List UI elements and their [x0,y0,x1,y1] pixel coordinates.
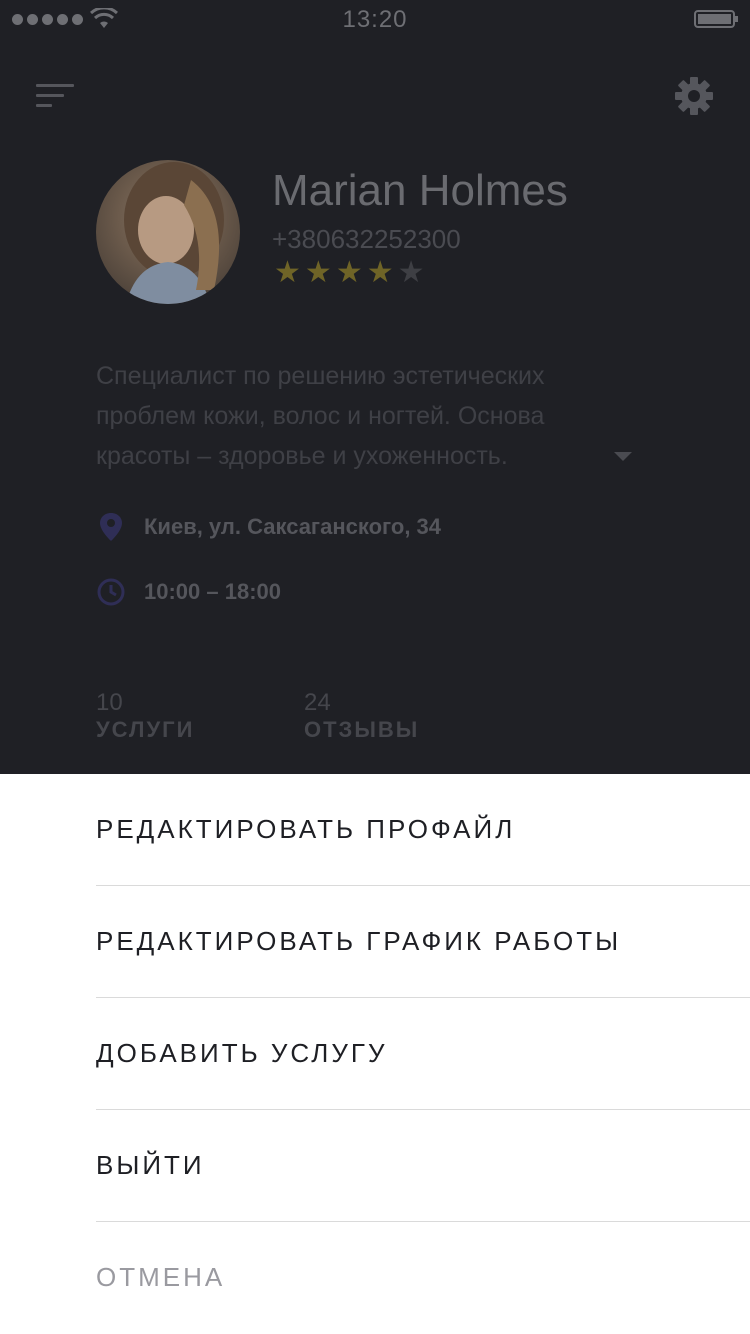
cancel-button[interactable]: ОТМЕНА [96,1222,750,1333]
rating-stars: ★ ★ ★ ★ ★ [274,256,425,290]
expand-chevron-icon[interactable] [614,450,632,462]
profile-background: 13:20 Marian Holmes +380632252300 ★ ★ ★ … [0,0,750,775]
star-filled-icon: ★ [366,256,394,289]
hours-row: 10:00 – 18:00 [96,577,281,607]
star-empty-icon: ★ [397,256,425,289]
stat-services-label: УСЛУГИ [96,717,195,742]
logout-label: ВЫЙТИ [96,1150,205,1180]
stat-services[interactable]: 10 УСЛУГИ [96,690,194,744]
logout-button[interactable]: ВЫЙТИ [96,1110,750,1222]
edit-profile-button[interactable]: РЕДАКТИРОВАТЬ ПРОФАЙЛ [96,774,750,886]
user-name: Marian Holmes [272,166,568,215]
gear-icon[interactable] [674,76,714,116]
menu-icon[interactable] [36,82,76,110]
edit-schedule-label: РЕДАКТИРОВАТЬ ГРАФИК РАБОТЫ [96,926,622,956]
address-text: Киев, ул. Саксаганского, 34 [144,514,442,539]
star-filled-icon: ★ [274,256,301,289]
status-bar: 13:20 [0,0,750,40]
star-filled-icon: ★ [335,256,363,289]
action-sheet: РЕДАКТИРОВАТЬ ПРОФАЙЛ РЕДАКТИРОВАТЬ ГРАФ… [0,774,750,1334]
cancel-label: ОТМЕНА [96,1262,226,1292]
clock-icon [97,578,125,606]
stat-services-value: 10 [96,689,123,716]
stat-reviews-value: 24 [304,689,331,716]
avatar [96,160,240,304]
stat-reviews-label: ОТЗЫВЫ [304,717,420,742]
edit-profile-label: РЕДАКТИРОВАТЬ ПРОФАЙЛ [96,814,516,844]
stat-reviews[interactable]: 24 ОТЗЫВЫ [304,690,419,744]
user-phone: +380632252300 [272,224,461,254]
location-pin-icon [100,513,122,541]
hours-text: 10:00 – 18:00 [144,579,281,604]
status-time: 13:20 [342,6,408,33]
add-service-label: ДОБАВИТЬ УСЛУГУ [96,1038,388,1068]
add-service-button[interactable]: ДОБАВИТЬ УСЛУГУ [96,998,750,1110]
edit-schedule-button[interactable]: РЕДАКТИРОВАТЬ ГРАФИК РАБОТЫ [96,886,750,998]
address-row: Киев, ул. Саксаганского, 34 [96,512,441,542]
battery-icon [694,10,738,28]
screen: 13:20 Marian Holmes +380632252300 ★ ★ ★ … [0,0,750,1334]
star-filled-icon: ★ [304,256,332,289]
bio-text: Специалист по решению эстетических пробл… [96,362,545,470]
